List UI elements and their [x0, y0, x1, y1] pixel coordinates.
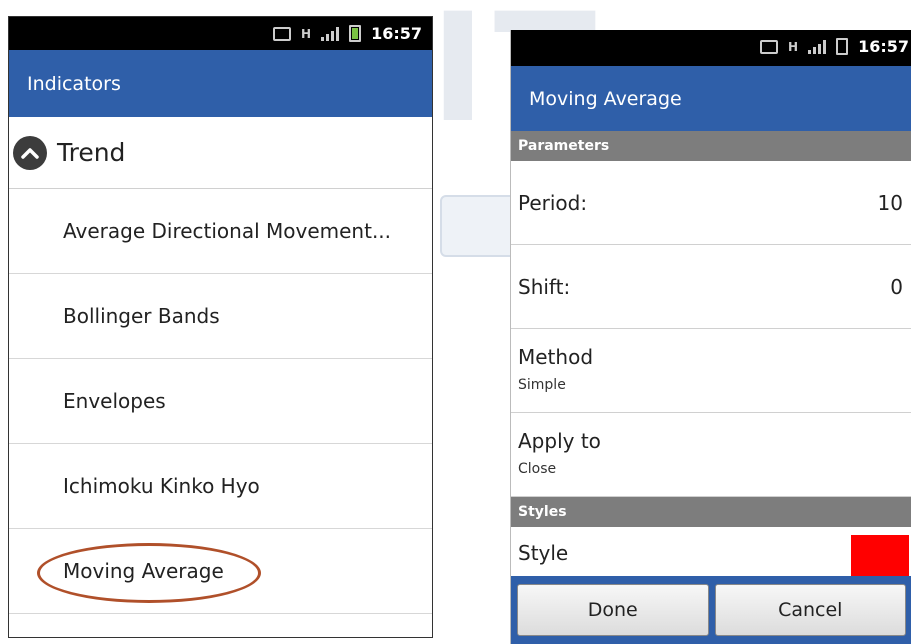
shift-value: 0 — [890, 274, 903, 299]
apply-to-label: Apply to — [518, 429, 601, 453]
style-label: Style — [518, 541, 569, 565]
action-bar-2: Moving Average — [511, 66, 911, 131]
list-item-envelopes[interactable]: Envelopes — [9, 359, 432, 444]
method-row[interactable]: Method Simple — [511, 329, 911, 413]
button-bar: Done Cancel — [511, 576, 911, 644]
period-row[interactable]: Period: 10 — [511, 161, 911, 245]
vibrate-icon — [273, 26, 292, 41]
chevron-up-icon — [13, 135, 47, 170]
status-time-2: 16:57 — [858, 37, 909, 56]
action-bar: Indicators — [9, 50, 432, 117]
list-item-adx[interactable]: Average Directional Movement... — [9, 189, 432, 274]
list-item-ichimoku[interactable]: Ichimoku Kinko Hyo — [9, 444, 432, 529]
period-value: 10 — [877, 190, 903, 215]
done-button[interactable]: Done — [517, 584, 709, 636]
status-bar: H 16:57 — [9, 17, 432, 50]
signal-icon — [321, 26, 340, 41]
cancel-button[interactable]: Cancel — [714, 584, 906, 636]
battery-icon — [349, 25, 362, 42]
status-icons: H 16:57 — [273, 17, 422, 50]
apply-to-row[interactable]: Apply to Close — [511, 413, 911, 497]
section-header-parameters: Parameters — [511, 131, 911, 161]
status-icons-2: H 16:57 — [760, 30, 909, 63]
shift-label: Shift: — [518, 274, 571, 299]
screen-title-2: Moving Average — [529, 87, 682, 110]
signal-icon — [808, 39, 827, 54]
network-type-icon: H — [788, 39, 799, 54]
method-value: Simple — [518, 377, 566, 393]
list-item-moving-average[interactable]: Moving Average — [9, 529, 432, 614]
indicators-phone: H 16:57 Indicators Trend Average Directi… — [8, 16, 433, 638]
shift-row[interactable]: Shift: 0 — [511, 245, 911, 329]
apply-to-value: Close — [518, 461, 557, 477]
status-bar-2: H 16:57 — [511, 30, 911, 66]
group-header-trend[interactable]: Trend — [9, 117, 432, 189]
list-item-bollinger[interactable]: Bollinger Bands — [9, 274, 432, 359]
network-type-icon: H — [301, 26, 312, 41]
method-label: Method — [518, 345, 594, 369]
screen-title: Indicators — [27, 72, 121, 95]
period-label: Period: — [518, 190, 588, 215]
section-header-styles: Styles — [511, 497, 911, 527]
group-label: Trend — [57, 138, 126, 167]
battery-icon — [836, 38, 849, 55]
moving-average-phone: H 16:57 Moving Average Parameters Period… — [510, 30, 911, 644]
vibrate-icon — [760, 39, 779, 54]
status-time: 16:57 — [371, 24, 422, 43]
